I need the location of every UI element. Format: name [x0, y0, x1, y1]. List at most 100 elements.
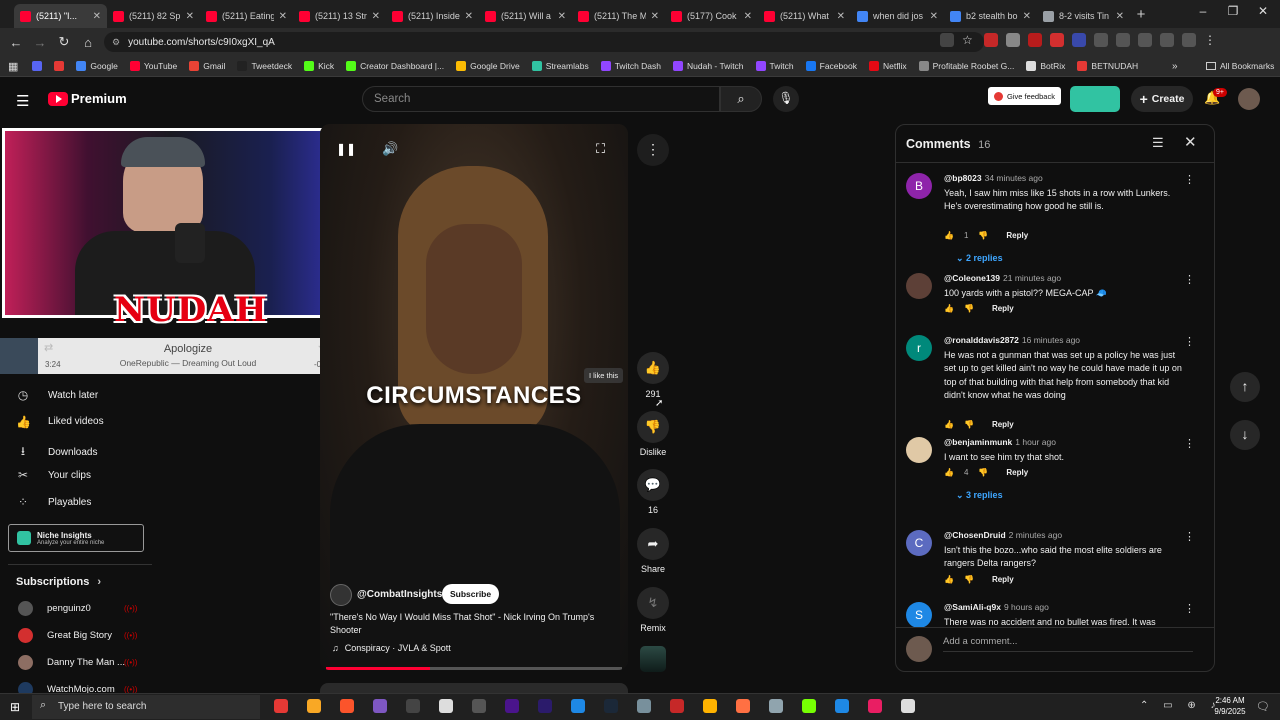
subscription-item[interactable]: penguinz0	[18, 601, 91, 616]
close-tab-icon[interactable]: ✕	[558, 11, 566, 22]
close-tab-icon[interactable]: ✕	[744, 11, 752, 22]
extension-icon[interactable]	[1160, 33, 1174, 47]
taskbar-app-icon[interactable]	[472, 699, 486, 713]
sidebar-item-playables[interactable]: ⁘ Playables	[16, 495, 156, 509]
give-feedback-button[interactable]: Give feedback	[988, 87, 1061, 105]
comment-options-icon[interactable]: ⋮	[1184, 273, 1195, 286]
comment-dislike-icon[interactable]: 👎	[964, 304, 974, 313]
notification-center-icon[interactable]: 🗨	[1256, 700, 1270, 713]
taskbar-app-icon[interactable]	[373, 699, 387, 713]
subscription-item[interactable]: Danny The Man ...	[18, 655, 125, 670]
bookmark-item[interactable]: BotRix	[1026, 61, 1065, 71]
url-field[interactable]: ⚙ youtube.com/shorts/c9I0xgXI_qA	[104, 32, 984, 52]
more-options-button[interactable]: ⋮	[637, 134, 669, 166]
browser-tab[interactable]: b2 stealth bo ✕	[944, 4, 1037, 28]
comment-timestamp[interactable]: 21 minutes ago	[1003, 273, 1061, 283]
comment-username[interactable]: @Coleone139	[944, 273, 1000, 283]
subscribe-button[interactable]: Subscribe	[442, 584, 500, 604]
taskbar-app-icon[interactable]	[406, 699, 420, 713]
taskbar-app-icon[interactable]	[505, 699, 519, 713]
close-tab-icon[interactable]: ✕	[279, 11, 287, 22]
comment-options-icon[interactable]: ⋮	[1184, 173, 1195, 186]
taskbar-app-icon[interactable]	[868, 699, 882, 713]
bookmark-item[interactable]: Twitch Dash	[600, 61, 661, 71]
taskbar-app-icon[interactable]	[835, 699, 849, 713]
share-button[interactable]: ➦	[637, 528, 669, 560]
commenter-avatar[interactable]	[906, 273, 932, 299]
menu-kebab-icon[interactable]: ⋮	[1204, 33, 1218, 47]
all-bookmarks[interactable]: All Bookmarks	[1206, 61, 1274, 71]
browser-tab[interactable]: (5211) 82 Sp ✕	[107, 4, 200, 28]
commenter-avatar[interactable]: C	[906, 530, 932, 556]
pause-icon[interactable]: ❚❚	[336, 142, 356, 156]
add-comment-input[interactable]: Add a comment...	[943, 636, 1193, 652]
browser-tab[interactable]: (5211) What ✕	[758, 4, 851, 28]
reply-button[interactable]: Reply	[1006, 231, 1028, 240]
bookmark-item[interactable]: Kick	[304, 61, 334, 71]
home-icon[interactable]: ⌂	[76, 35, 100, 50]
comment-like-icon[interactable]: 👍	[944, 575, 954, 584]
sound-thumbnail[interactable]	[640, 646, 666, 672]
bookmark-item[interactable]: Gmail	[189, 61, 225, 71]
install-icon[interactable]	[940, 33, 954, 47]
taskbar-app-icon[interactable]	[802, 699, 816, 713]
close-comments-icon[interactable]: ✕	[1184, 133, 1197, 151]
comment-username[interactable]: @bp8023	[944, 173, 982, 183]
volume-icon[interactable]: 🔊	[382, 141, 398, 157]
taskbar-app-icon[interactable]	[901, 699, 915, 713]
comment-timestamp[interactable]: 1 hour ago	[1015, 437, 1056, 447]
view-replies-button[interactable]: ⌄ 3 replies	[956, 490, 1003, 501]
taskbar-app-icon[interactable]	[604, 699, 618, 713]
taskbar-app-icon[interactable]	[736, 699, 750, 713]
close-tab-icon[interactable]: ✕	[372, 11, 380, 22]
bookmark-item[interactable]: Google	[76, 61, 118, 71]
close-tab-icon[interactable]: ✕	[651, 11, 659, 22]
comment-dislike-icon[interactable]: 👎	[978, 231, 988, 240]
close-tab-icon[interactable]: ✕	[186, 11, 194, 22]
taskbar-app-icon[interactable]	[538, 699, 552, 713]
browser-tab[interactable]: (5211) 13 Str ✕	[293, 4, 386, 28]
sound-row[interactable]: ♫ Conspiracy · JVLA & Spott	[332, 643, 451, 653]
site-info-icon[interactable]: ⚙	[112, 37, 120, 48]
new-tab-button[interactable]: +	[1130, 6, 1152, 23]
channel-name[interactable]: @CombatInsights1	[357, 589, 448, 600]
subscriptions-heading[interactable]: Subscriptions ›	[16, 576, 101, 588]
close-tab-icon[interactable]: ✕	[1116, 11, 1124, 22]
minimize-button[interactable]: –	[1188, 4, 1218, 18]
commenter-avatar[interactable]: r	[906, 335, 932, 361]
comment-username[interactable]: @ronalddavis2872	[944, 335, 1019, 345]
taskbar-app-icon[interactable]	[637, 699, 651, 713]
bookmark-item[interactable]: Streamlabs	[531, 61, 589, 71]
taskbar-app-icon[interactable]	[340, 699, 354, 713]
niche-insights-card[interactable]: Niche Insights Analyze your entire niche	[8, 524, 144, 552]
extension-icon[interactable]	[1072, 33, 1086, 47]
comment-options-icon[interactable]: ⋮	[1184, 335, 1195, 348]
reply-button[interactable]: Reply	[992, 575, 1014, 584]
sidebar-item-liked-videos[interactable]: 👍 Liked videos	[16, 415, 156, 429]
browser-tab[interactable]: (5211) Eating ✕	[200, 4, 293, 28]
close-tab-icon[interactable]: ✕	[837, 11, 845, 22]
commenter-avatar[interactable]	[906, 437, 932, 463]
reply-button[interactable]: Reply	[992, 420, 1014, 429]
taskbar-app-icon[interactable]	[670, 699, 684, 713]
taskbar-app-icon[interactable]	[703, 699, 717, 713]
commenter-avatar[interactable]: B	[906, 173, 932, 199]
comment-options-icon[interactable]: ⋮	[1184, 602, 1195, 615]
comment-username[interactable]: @benjaminmunk	[944, 437, 1012, 447]
reply-button[interactable]: Reply	[1006, 468, 1028, 477]
bookmark-item[interactable]: YouTube	[129, 61, 177, 71]
apps-grid-icon[interactable]: ▦	[8, 60, 18, 73]
browser-tab[interactable]: (5211) Will a ✕	[479, 4, 572, 28]
short-title[interactable]: "There's No Way I Would Miss That Shot" …	[330, 611, 610, 637]
extension-badge[interactable]	[1070, 86, 1120, 112]
comment-dislike-icon[interactable]: 👎	[978, 468, 988, 477]
taskbar-app-icon[interactable]	[571, 699, 585, 713]
extension-icon[interactable]	[1182, 33, 1196, 47]
subscription-item[interactable]: Great Big Story	[18, 628, 112, 643]
extension-icon[interactable]	[1050, 33, 1064, 47]
windows-start-icon[interactable]: ⊞	[10, 700, 20, 714]
comment-timestamp[interactable]: 34 minutes ago	[985, 173, 1043, 183]
close-tab-icon[interactable]: ✕	[1023, 11, 1031, 22]
comment-options-icon[interactable]: ⋮	[1184, 530, 1195, 543]
sidepanel-icon[interactable]	[1116, 33, 1130, 47]
